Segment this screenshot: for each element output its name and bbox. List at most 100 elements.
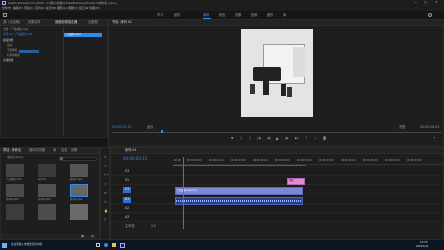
go-to-in-icon[interactable]: |◀ xyxy=(257,136,261,140)
ruler-tick-label: 00:00:10:00 xyxy=(209,159,224,162)
workspace-graphics[interactable]: 图形 xyxy=(267,13,273,17)
menu-edit[interactable]: 编辑(E) xyxy=(13,7,23,10)
effect-controls-panel: 源: (无剪辑) 效果控件 音频剪辑混合器 元数据 主要 * 产品视频.mp4 … xyxy=(0,19,108,138)
project-item[interactable] xyxy=(38,204,56,220)
premiere-window: Adobe Premiere Pro 2020 - C:\用户\文档\Adobe… xyxy=(0,0,444,250)
play-icon[interactable]: ▶ xyxy=(276,136,279,141)
export-frame-icon[interactable]: ◙ xyxy=(323,136,326,140)
razor-tool-icon[interactable]: ◇ xyxy=(104,182,106,186)
project-search-input[interactable] xyxy=(59,156,97,161)
audio-effects-heading: 音频效果 xyxy=(3,59,14,62)
sequence-clip-label[interactable]: 序列 01 * 产品视频.mp4 xyxy=(3,33,32,37)
master-clip-label[interactable]: 主要 * 产品视频.mp4 xyxy=(3,28,28,32)
track-label[interactable]: A2 xyxy=(125,206,129,210)
project-item[interactable] xyxy=(38,164,56,177)
project-item[interactable] xyxy=(6,184,24,197)
step-forward-icon[interactable]: |▶ xyxy=(285,136,289,140)
track-label[interactable]: A1 xyxy=(125,197,129,201)
track-label[interactable]: V3 xyxy=(125,169,129,173)
ripple-edit-tool-icon[interactable]: ⟷ xyxy=(104,173,109,177)
minimize-button[interactable]: — xyxy=(414,0,417,4)
close-button[interactable]: ✕ xyxy=(435,0,438,4)
tab-effect-controls[interactable]: 效果控件 xyxy=(28,21,41,24)
taskbar-search-input[interactable]: 在这里输入你要搜索的内容 xyxy=(11,243,42,247)
menu-file[interactable]: 文件(F) xyxy=(2,7,11,10)
workspace-libraries[interactable]: 库 xyxy=(283,13,286,17)
start-button-icon[interactable] xyxy=(2,242,7,248)
search-icon[interactable] xyxy=(428,13,432,17)
add-button-icon[interactable]: + xyxy=(433,136,436,140)
workspace-audio[interactable]: 音频 xyxy=(251,13,257,17)
project-item[interactable] xyxy=(70,164,88,177)
pen-tool-icon[interactable]: ✎ xyxy=(104,200,107,204)
project-item[interactable] xyxy=(6,164,24,177)
track-label[interactable]: V1 xyxy=(125,187,129,191)
project-item[interactable] xyxy=(70,184,88,197)
browser-icon[interactable] xyxy=(104,243,108,247)
project-item[interactable] xyxy=(6,204,24,220)
in-out-range-bar xyxy=(173,165,306,166)
trash-icon[interactable]: ▥ xyxy=(91,234,94,238)
new-item-icon[interactable]: ▣ xyxy=(81,234,84,238)
effect-time-remap[interactable]: 时间重映射 xyxy=(7,54,20,58)
home-icon[interactable] xyxy=(3,13,7,17)
workspace-assembly[interactable]: 组件 xyxy=(174,13,180,17)
slip-tool-icon[interactable]: ⇄ xyxy=(104,191,107,195)
maximize-button[interactable]: □ xyxy=(424,0,427,4)
folder-icon[interactable] xyxy=(112,243,116,247)
hand-tool-icon[interactable]: ✋ xyxy=(104,209,108,213)
program-timecode[interactable]: 00:00:03:15 xyxy=(112,125,131,129)
timeline-playhead[interactable] xyxy=(183,157,184,229)
tab-metadata[interactable]: 元数据 xyxy=(88,21,98,24)
track-label[interactable]: V2 xyxy=(125,178,129,182)
type-tool-icon[interactable]: T xyxy=(104,218,106,222)
project-item[interactable] xyxy=(70,204,88,220)
project-panel: 项目: 未命名 媒体浏览器 库 信息 效果 未命名.prproj 产品视频.mp… xyxy=(0,147,101,240)
fit-dropdown[interactable]: 适合 xyxy=(147,125,153,129)
tab-libraries[interactable]: 库 xyxy=(53,149,56,152)
menu-clip[interactable]: 剪辑(C) xyxy=(24,7,34,10)
menu-view[interactable]: 视图(V) xyxy=(68,7,78,10)
menu-marker[interactable]: 标记(M) xyxy=(46,7,56,10)
go-to-out-icon[interactable]: ▶| xyxy=(295,136,299,140)
timeline-timecode[interactable]: 00:00:03:15 xyxy=(123,157,147,161)
selection-tool-icon[interactable]: ➤ xyxy=(104,155,107,159)
master-volume[interactable]: 0.0 xyxy=(151,224,156,228)
resolution-dropdown[interactable]: 完整 xyxy=(399,125,405,129)
track-label[interactable]: A3 xyxy=(125,215,129,219)
workspace-color[interactable]: 颜色 xyxy=(219,13,225,17)
tab-media-browser[interactable]: 媒体浏览器 xyxy=(29,149,45,152)
effect-opacity[interactable]: 不透明度 xyxy=(7,49,17,53)
tab-program[interactable]: 节目: 序列 01 xyxy=(112,21,132,24)
track-v2 xyxy=(111,177,443,185)
menu-help[interactable]: 帮助(H) xyxy=(90,7,100,10)
premiere-taskbar-icon[interactable] xyxy=(120,242,125,248)
tab-info[interactable]: 信息 xyxy=(61,149,67,152)
track-select-tool-icon[interactable]: ⇥ xyxy=(104,164,107,168)
extract-icon[interactable]: ⇣ xyxy=(314,136,317,140)
add-marker-icon[interactable]: ▼ xyxy=(231,136,233,140)
mark-in-icon[interactable]: { xyxy=(240,136,242,140)
menu-sequence[interactable]: 序列(S) xyxy=(35,7,45,10)
tab-sequence[interactable]: 序列 01 xyxy=(125,149,136,152)
mark-out-icon[interactable]: } xyxy=(249,136,251,140)
tab-audio-clip-mixer[interactable]: 音频剪辑混合器 xyxy=(55,21,77,24)
workspace-editing[interactable]: 编辑 xyxy=(203,13,209,17)
audio-waveform xyxy=(176,200,302,202)
tab-project[interactable]: 项目: 未命名 xyxy=(3,149,21,152)
menu-window[interactable]: 窗口(W) xyxy=(79,7,90,10)
lift-icon[interactable]: ⇡ xyxy=(305,136,308,140)
opacity-keyframe-row[interactable] xyxy=(19,50,39,53)
tab-effects[interactable]: 效果 xyxy=(71,149,77,152)
workspace-learning[interactable]: 学习 xyxy=(157,13,163,17)
tab-source[interactable]: 源: (无剪辑) xyxy=(3,21,20,24)
monitor-playhead[interactable] xyxy=(161,130,163,133)
project-item[interactable] xyxy=(38,184,56,197)
menu-graphics[interactable]: 图形(G) xyxy=(57,7,67,10)
workspace-effects[interactable]: 效果 xyxy=(235,13,241,17)
track-a2 xyxy=(111,205,443,213)
task-view-icon[interactable] xyxy=(96,243,100,247)
step-back-icon[interactable]: ◀| xyxy=(267,136,271,140)
ruler-tick-label: 00:00:25:00 xyxy=(275,159,290,162)
effect-motion[interactable]: 运动 xyxy=(7,44,12,48)
